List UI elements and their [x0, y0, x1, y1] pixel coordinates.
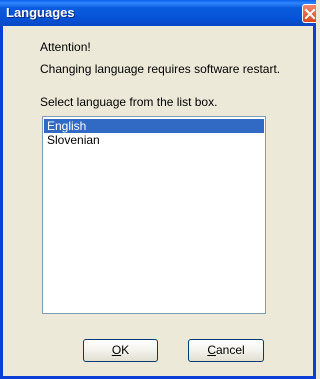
close-button[interactable] [302, 4, 316, 23]
ok-mnemonic: O [111, 343, 122, 357]
cancel-button[interactable]: Cancel [188, 339, 264, 362]
language-option-english[interactable]: English [44, 119, 264, 133]
title-bar[interactable]: Languages [0, 0, 316, 26]
cancel-mnemonic: C [207, 343, 216, 357]
language-option-slovenian[interactable]: Slovenian [44, 133, 264, 147]
list-prompt: Select language from the list box. [40, 95, 218, 109]
restart-warning: Changing language requires software rest… [40, 62, 281, 76]
attention-label: Attention! [40, 40, 91, 54]
language-listbox[interactable]: English Slovenian [42, 116, 266, 314]
window-title: Languages [6, 5, 75, 20]
ok-button[interactable]: OK [83, 339, 158, 362]
cancel-label: ancel [215, 343, 245, 357]
ok-label: K [121, 343, 130, 357]
close-icon [304, 8, 316, 20]
languages-dialog: Languages Attention! Changing language r… [0, 0, 316, 379]
